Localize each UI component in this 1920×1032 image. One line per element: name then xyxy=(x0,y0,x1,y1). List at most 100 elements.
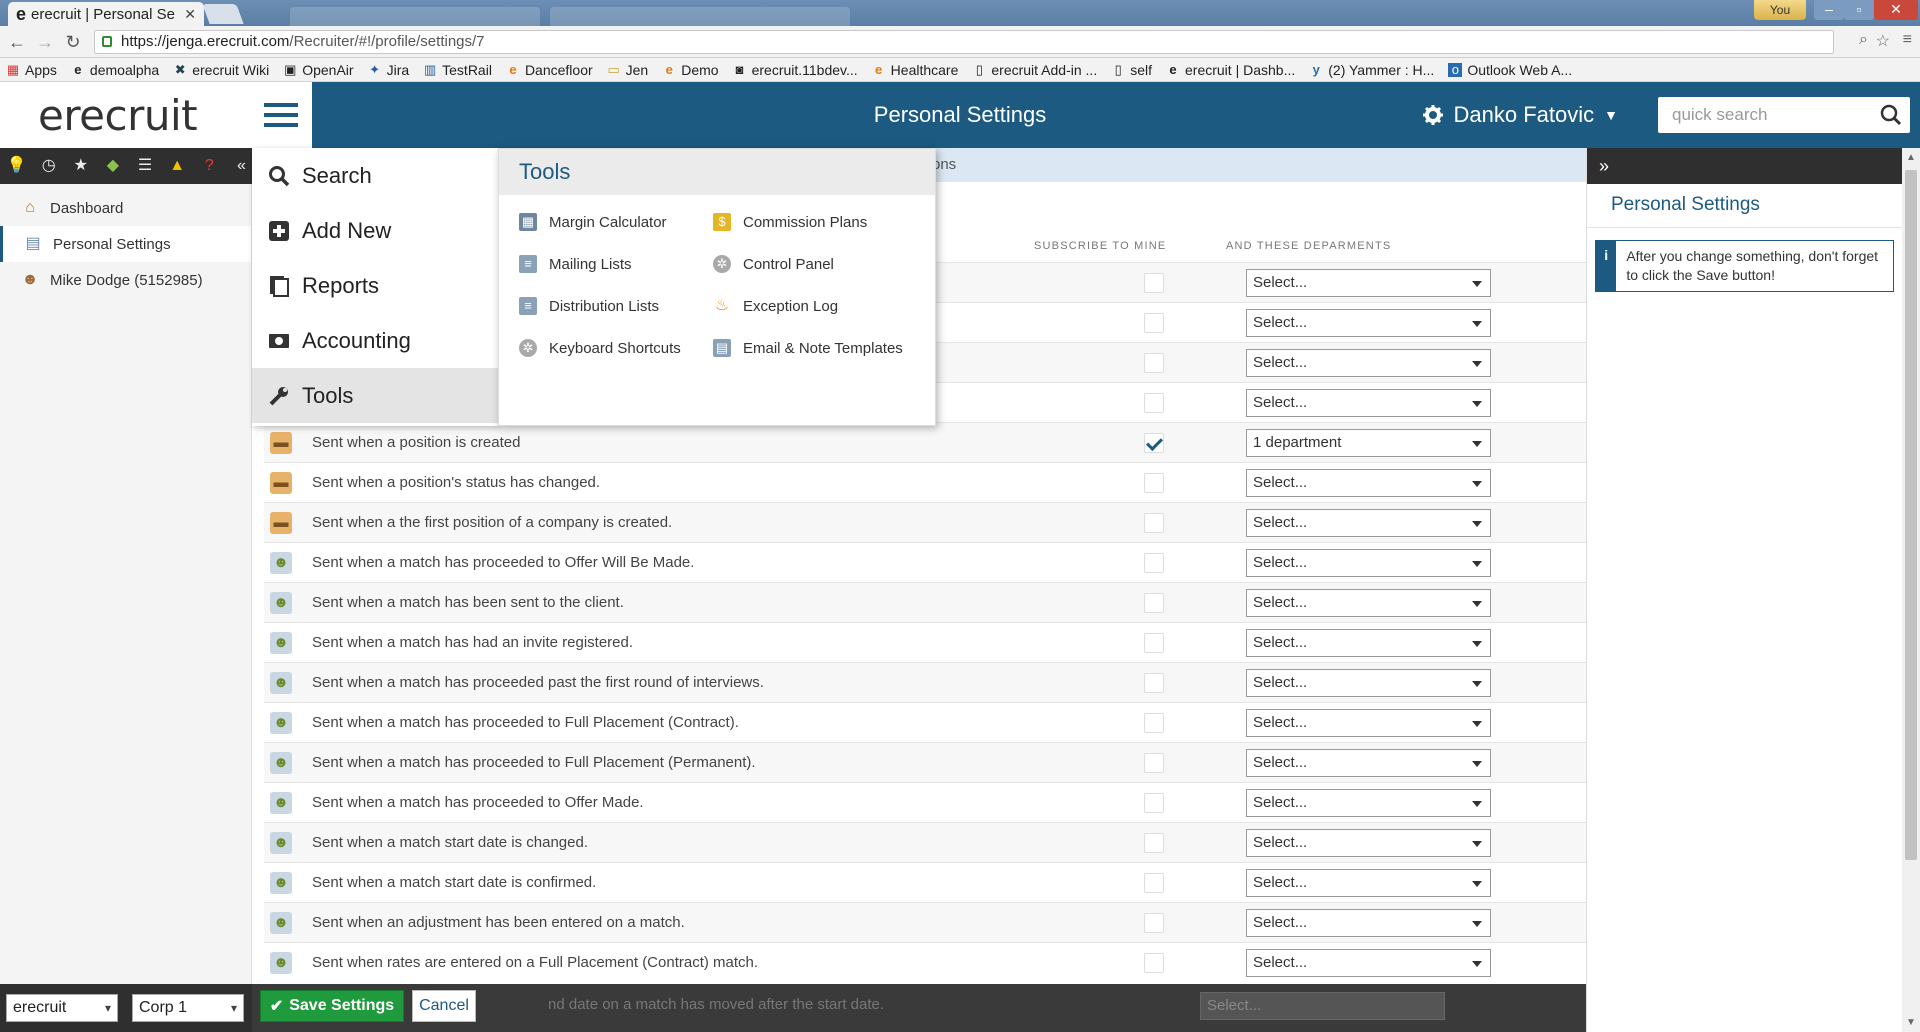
bookmark-jen[interactable]: ▭ Jen xyxy=(607,62,648,78)
url-input[interactable]: https://jenga.erecruit.com/Recruiter/#!/… xyxy=(94,30,1834,54)
department-select[interactable]: 1 department xyxy=(1246,428,1491,457)
scrollbar-thumb[interactable] xyxy=(1905,170,1917,860)
subscribe-checkbox[interactable] xyxy=(1144,792,1164,813)
department-select[interactable]: Select... xyxy=(1246,508,1491,537)
menu-item-reports[interactable]: Reports xyxy=(252,258,498,313)
department-select[interactable]: Select... xyxy=(1246,388,1491,417)
tool-mailing-lists[interactable]: ≡ Mailing Lists xyxy=(519,253,713,275)
hamburger-menu-icon[interactable] xyxy=(252,82,312,148)
scroll-up-icon[interactable]: ▲ xyxy=(1906,152,1916,163)
subscribe-checkbox[interactable] xyxy=(1144,832,1164,853)
minimize-window-icon[interactable]: – xyxy=(1814,0,1844,20)
bookmark-self[interactable]: ▯ self xyxy=(1111,62,1152,78)
background-tab[interactable] xyxy=(550,7,850,26)
bookmark-jira[interactable]: ✦ Jira xyxy=(368,62,409,78)
menu-item-tools[interactable]: Tools xyxy=(252,368,498,423)
bookmark-outlook[interactable]: o Outlook Web A... xyxy=(1448,62,1572,78)
subscribe-checkbox[interactable] xyxy=(1144,432,1164,453)
list-icon[interactable]: ☰ xyxy=(135,155,156,177)
help-icon[interactable]: ? xyxy=(199,155,220,177)
bookmark-star-icon[interactable]: ☆ xyxy=(1876,31,1890,51)
department-select[interactable]: Select... xyxy=(1246,268,1491,297)
star-icon[interactable]: ★ xyxy=(70,155,91,177)
bookmark-openair[interactable]: ▣ OpenAir xyxy=(283,62,354,78)
background-tab[interactable] xyxy=(290,7,540,26)
subscribe-checkbox[interactable] xyxy=(1144,592,1164,613)
subscribe-checkbox[interactable] xyxy=(1144,512,1164,533)
department-select[interactable]: Select... xyxy=(1246,788,1491,817)
erecruit-logo[interactable]: erecruit xyxy=(0,82,252,148)
menu-item-add-new[interactable]: Add New xyxy=(252,203,498,258)
tool-distribution-lists[interactable]: ≡ Distribution Lists xyxy=(519,295,713,317)
bookmark-demoalpha[interactable]: e demoalpha xyxy=(71,62,159,78)
zoom-icon[interactable]: ⌕ xyxy=(1859,31,1868,49)
tool-margin-calculator[interactable]: ▦ Margin Calculator xyxy=(519,211,713,233)
collapse-left-icon[interactable]: « xyxy=(231,155,252,177)
bookmark-demo[interactable]: e Demo xyxy=(662,62,719,78)
department-select[interactable]: Select... xyxy=(1246,628,1491,657)
warning-icon[interactable]: ▲ xyxy=(167,155,188,177)
bookmark-erecruit-wiki[interactable]: ✖ erecruit Wiki xyxy=(173,62,269,78)
department-select[interactable]: Select... xyxy=(1246,308,1491,337)
new-tab-button[interactable] xyxy=(202,4,244,24)
department-select[interactable]: Select... xyxy=(1246,868,1491,897)
bookmark-erecruit-addin[interactable]: ▯ erecruit Add-in ... xyxy=(972,62,1097,78)
user-menu[interactable]: Danko Fatovic ▼ xyxy=(1422,82,1618,148)
department-select[interactable]: Select... xyxy=(1246,708,1491,737)
department-select[interactable]: Select... xyxy=(1246,348,1491,377)
subscribe-checkbox[interactable] xyxy=(1144,312,1164,333)
back-arrow-icon[interactable]: ← xyxy=(6,31,28,53)
department-select[interactable]: Select... xyxy=(1246,468,1491,497)
clock-icon[interactable]: ◷ xyxy=(38,155,59,177)
tool-email-note-templates[interactable]: ▤ Email & Note Templates xyxy=(713,337,923,359)
browser-tab-active[interactable]: e erecruit | Personal Se ✕ xyxy=(8,2,204,26)
subscribe-checkbox[interactable] xyxy=(1144,392,1164,413)
bookmark-apps[interactable]: ▦ Apps xyxy=(6,62,57,78)
maximize-window-icon[interactable]: ▫ xyxy=(1844,0,1874,20)
department-select[interactable]: Select... xyxy=(1246,908,1491,937)
search-icon[interactable] xyxy=(1880,104,1902,126)
subscribe-checkbox[interactable] xyxy=(1144,472,1164,493)
subscribe-checkbox[interactable] xyxy=(1144,272,1164,293)
tags-icon[interactable]: ◆ xyxy=(102,155,123,177)
tool-exception-log[interactable]: ♨ Exception Log xyxy=(713,295,923,317)
quick-search-input[interactable]: quick search xyxy=(1658,97,1910,133)
close-window-icon[interactable]: ✕ xyxy=(1874,0,1918,20)
menu-item-search[interactable]: Search xyxy=(252,148,498,203)
bookmark-erecruit-11bdev[interactable]: ◙ erecruit.11bdev... xyxy=(733,62,858,78)
scroll-down-icon[interactable]: ▼ xyxy=(1906,1017,1916,1028)
cancel-button[interactable]: Cancel xyxy=(412,990,476,1022)
reload-icon[interactable]: ↻ xyxy=(62,31,84,53)
department-select[interactable]: Select... xyxy=(1246,548,1491,577)
browser-user-badge[interactable]: You xyxy=(1754,0,1806,20)
subscribe-checkbox[interactable] xyxy=(1144,712,1164,733)
close-tab-icon[interactable]: ✕ xyxy=(184,6,196,23)
bookmark-dancefloor[interactable]: e Dancefloor xyxy=(506,62,592,78)
sidebar-item-dashboard[interactable]: ⌂ Dashboard xyxy=(0,190,251,226)
subscribe-checkbox[interactable] xyxy=(1144,872,1164,893)
page-scrollbar[interactable]: ▲ ▼ xyxy=(1902,148,1920,1032)
subscribe-checkbox[interactable] xyxy=(1144,752,1164,773)
subscribe-checkbox[interactable] xyxy=(1144,352,1164,373)
department-select[interactable]: Select... xyxy=(1246,748,1491,777)
bookmark-testrail[interactable]: ▥ TestRail xyxy=(423,62,492,78)
department-select[interactable]: Select... xyxy=(1246,948,1491,977)
bookmark-yammer[interactable]: y (2) Yammer : H... xyxy=(1309,62,1435,78)
company-select[interactable]: erecruit ▾ xyxy=(6,994,118,1022)
subscribe-checkbox[interactable] xyxy=(1144,912,1164,933)
tool-keyboard-shortcuts[interactable]: ✲ Keyboard Shortcuts xyxy=(519,337,713,359)
forward-arrow-icon[interactable]: → xyxy=(34,31,56,53)
department-select[interactable]: Select... xyxy=(1246,828,1491,857)
subscribe-checkbox[interactable] xyxy=(1144,552,1164,573)
tool-commission-plans[interactable]: $ Commission Plans xyxy=(713,211,923,233)
browser-menu-icon[interactable]: ≡ xyxy=(1903,31,1912,49)
department-select[interactable]: Select... xyxy=(1246,588,1491,617)
sidebar-item-mike-dodge[interactable]: ☻ Mike Dodge (5152985) xyxy=(0,262,251,298)
corp-select[interactable]: Corp 1 ▾ xyxy=(132,994,244,1022)
subscribe-checkbox[interactable] xyxy=(1144,632,1164,653)
tool-control-panel[interactable]: ✲ Control Panel xyxy=(713,253,923,275)
department-select[interactable]: Select... xyxy=(1246,668,1491,697)
menu-item-accounting[interactable]: Accounting xyxy=(252,313,498,368)
bookmark-erecruit-dashboard[interactable]: e erecruit | Dashb... xyxy=(1166,62,1295,78)
bookmark-healthcare[interactable]: e Healthcare xyxy=(872,62,958,78)
